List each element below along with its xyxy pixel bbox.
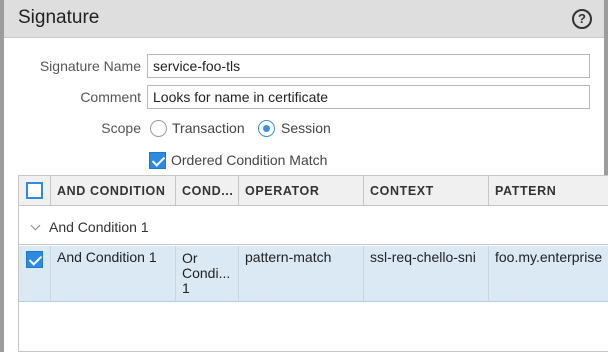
dialog-header: Signature ?	[4, 0, 604, 38]
group-label: And Condition 1	[49, 219, 149, 235]
cell-cond-line-3: 1	[182, 280, 190, 296]
comment-input[interactable]: Looks for name in certificate	[147, 85, 590, 109]
scope-session-radio[interactable]	[258, 120, 275, 137]
select-all-cell	[19, 176, 51, 206]
select-all-checkbox[interactable]	[26, 182, 43, 199]
cell-pattern[interactable]: foo.my.enterprise	[489, 246, 608, 302]
cell-and-condition[interactable]: And Condition 1	[51, 246, 176, 302]
group-row[interactable]: And Condition 1	[19, 207, 608, 245]
signature-dialog: Signature ? Signature Name service-foo-t…	[0, 0, 608, 352]
scope-session-label[interactable]: Session	[281, 120, 331, 136]
cell-operator[interactable]: pattern-match	[239, 246, 364, 302]
column-header-context[interactable]: CONTEXT	[364, 176, 489, 206]
comment-label: Comment	[80, 89, 141, 105]
dialog-title: Signature	[18, 7, 100, 28]
signature-name-label: Signature Name	[39, 58, 141, 74]
table-row[interactable]: And Condition 1 Or Condi... 1 pattern-ma…	[19, 246, 608, 302]
chevron-down-icon[interactable]	[30, 220, 41, 231]
signature-name-input[interactable]: service-foo-tls	[147, 54, 590, 78]
row-select-cell	[19, 246, 51, 302]
cell-cond-line-1: Or	[182, 250, 198, 266]
column-header-cond[interactable]: COND...	[176, 176, 239, 206]
cell-cond[interactable]: Or Condi... 1	[176, 246, 239, 302]
cell-cond-line-2: Condi...	[182, 265, 231, 281]
cell-context[interactable]: ssl-req-chello-sni	[364, 246, 489, 302]
column-header-pattern[interactable]: PATTERN	[489, 176, 608, 206]
conditions-grid: AND CONDITION COND... OPERATOR CONTEXT P…	[18, 175, 608, 352]
column-header-and-condition[interactable]: AND CONDITION	[51, 176, 176, 206]
grid-header: AND CONDITION COND... OPERATOR CONTEXT P…	[19, 176, 608, 206]
ordered-condition-checkbox[interactable]	[149, 152, 166, 169]
ordered-condition-label: Ordered Condition Match	[171, 152, 328, 168]
column-header-operator[interactable]: OPERATOR	[239, 176, 364, 206]
scope-transaction-label[interactable]: Transaction	[172, 120, 245, 136]
help-icon[interactable]: ?	[572, 9, 592, 29]
scope-label: Scope	[101, 120, 141, 136]
scope-transaction-radio[interactable]	[150, 120, 167, 137]
row-checkbox[interactable]	[26, 251, 43, 268]
